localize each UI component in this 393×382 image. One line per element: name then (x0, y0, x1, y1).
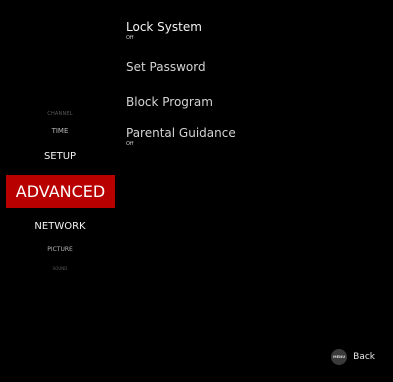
option-set-password[interactable]: Set Password (126, 60, 206, 74)
option-title: Set Password (126, 60, 206, 74)
back-hint[interactable]: MENU Back (331, 349, 375, 365)
option-parental-guidance[interactable]: Parental Guidance Off (126, 126, 236, 147)
tv-settings-screen: CHANNEL TIME SETUP ADVANCED NETWORK PICT… (0, 0, 393, 382)
category-menu: CHANNEL TIME SETUP ADVANCED NETWORK PICT… (0, 0, 120, 382)
menu-item-setup[interactable]: SETUP (0, 151, 120, 162)
menu-key-icon: MENU (331, 349, 348, 365)
option-value: Off (126, 141, 134, 147)
menu-key-label: MENU (333, 355, 346, 359)
option-title: Block Program (126, 95, 213, 109)
menu-item-channel[interactable]: CHANNEL (0, 111, 120, 117)
back-label: Back (353, 352, 375, 362)
option-title: Parental Guidance (126, 126, 236, 140)
menu-item-network[interactable]: NETWORK (0, 221, 120, 232)
menu-item-picture[interactable]: PICTURE (0, 246, 120, 253)
menu-item-advanced-selected[interactable]: ADVANCED (6, 175, 115, 208)
menu-item-sound[interactable]: SOUND (0, 266, 120, 271)
option-value: Off (126, 35, 134, 41)
option-block-program[interactable]: Block Program (126, 95, 213, 109)
option-lock-system[interactable]: Lock System Off (126, 20, 202, 41)
menu-item-time[interactable]: TIME (0, 127, 120, 135)
option-title: Lock System (126, 20, 202, 34)
